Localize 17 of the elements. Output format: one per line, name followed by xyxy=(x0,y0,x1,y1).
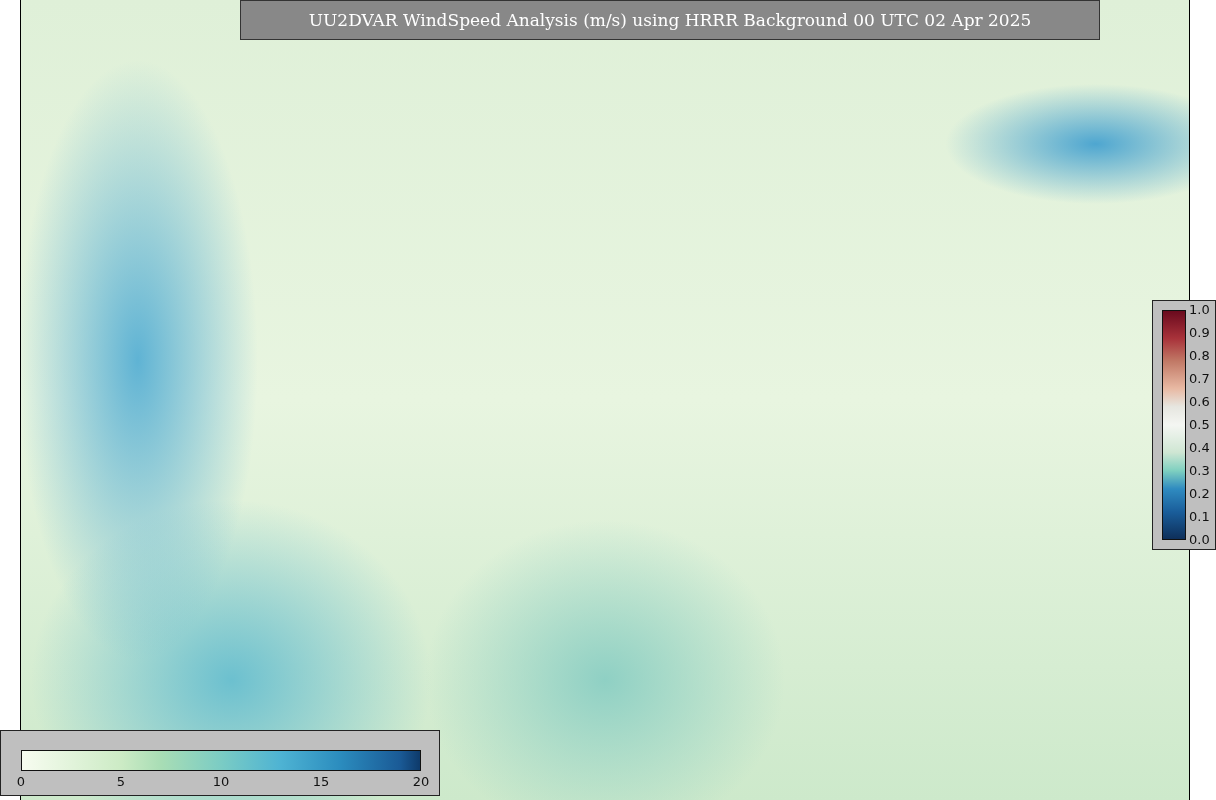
tick-label: 1.0 xyxy=(1189,302,1210,318)
tick-label: 0.5 xyxy=(1189,417,1210,433)
tick-label: 0 xyxy=(16,773,26,791)
tick-label: 20 xyxy=(412,773,430,791)
tick-label: 0.2 xyxy=(1189,486,1210,502)
tick-label: 5 xyxy=(116,773,126,791)
tick-label: 0.0 xyxy=(1189,532,1210,548)
tick-label: 15 xyxy=(312,773,330,791)
tick-label: 10 xyxy=(212,773,230,791)
tick-label: 0.3 xyxy=(1189,463,1210,479)
tick-label: 0.8 xyxy=(1189,348,1210,364)
tick-label: 0.6 xyxy=(1189,394,1210,410)
tick-label: 0.4 xyxy=(1189,440,1210,456)
map-title: UU2DVAR WindSpeed Analysis (m/s) using HRRR Background 00 UTC 02 Apr 2025 xyxy=(240,0,1100,40)
tick-label: 0.1 xyxy=(1189,509,1210,525)
tick-label: 0.7 xyxy=(1189,371,1210,387)
tick-label: 0.9 xyxy=(1189,325,1210,341)
